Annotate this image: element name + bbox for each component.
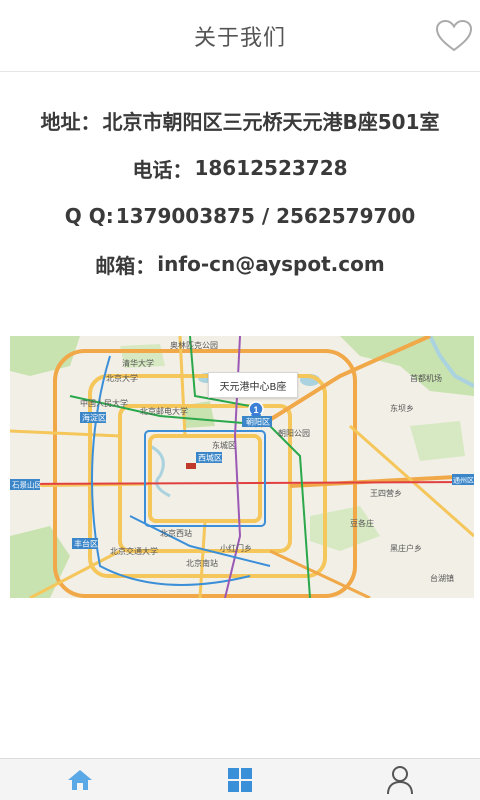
email-line: 邮箱： info-cn@ayspot.com xyxy=(0,240,480,288)
favorite-button[interactable] xyxy=(432,14,476,58)
phone-label: 电话： xyxy=(132,157,193,182)
map-district-label: 西城区 xyxy=(198,454,222,463)
svg-text:1: 1 xyxy=(254,405,259,415)
map-label: 朝阳公园 xyxy=(278,429,310,438)
map-district-label: 通州区 xyxy=(453,476,474,485)
map-label: 奥林匹克公园 xyxy=(170,340,218,350)
qq-line: Q Q: 1379003875 / 2562579700 xyxy=(0,192,480,240)
phone-value[interactable]: 18612523728 xyxy=(194,156,347,180)
home-icon xyxy=(68,769,92,790)
map-label: 北京大学 xyxy=(106,373,138,383)
map-label: 小红门乡 xyxy=(220,543,252,553)
map-district-label: 东城区 xyxy=(212,440,236,450)
map-label: 东坝乡 xyxy=(390,403,414,413)
qq-value: 1379003875 / 2562579700 xyxy=(115,204,416,228)
phone-line: 电话： 18612523728 xyxy=(0,144,480,192)
qq-label: Q Q: xyxy=(64,204,114,228)
bottom-tab-bar xyxy=(0,758,480,800)
map-label: 台湖镇 xyxy=(430,573,454,583)
map-label: 北京邮电大学 xyxy=(140,406,188,416)
email-value[interactable]: info-cn@ayspot.com xyxy=(157,252,384,276)
grid-icon xyxy=(228,767,252,792)
map-label: 黑庄户乡 xyxy=(390,543,422,553)
map-label: 北京南站 xyxy=(186,558,218,568)
tab-grid[interactable] xyxy=(160,759,320,800)
map-label: 首都机场 xyxy=(410,373,442,383)
map-marker-callout[interactable]: 天元港中心B座 xyxy=(208,372,298,398)
map-label: 北京交通大学 xyxy=(110,546,158,556)
map-label: 豆各庄 xyxy=(350,518,374,528)
heart-outline-icon xyxy=(435,19,473,52)
map-label: 王四营乡 xyxy=(370,488,402,498)
user-icon xyxy=(387,765,413,794)
page-title: 关于我们 xyxy=(193,25,286,51)
tab-profile[interactable] xyxy=(320,759,480,800)
map-district-label: 海淀区 xyxy=(82,413,106,423)
map-label: 中国人民大学 xyxy=(80,398,128,408)
map-district-label: 丰台区 xyxy=(74,539,98,549)
header-bar: 关于我们 xyxy=(0,0,480,72)
map-district-label: 朝阳区 xyxy=(246,418,270,427)
address-value: 北京市朝阳区三元桥天元港B座501室 xyxy=(102,109,440,134)
address-label: 地址： xyxy=(40,109,101,134)
map-label: 北京西站 xyxy=(160,528,192,538)
map-district-label: 石景山区 xyxy=(12,480,42,490)
address-line: 地址： 北京市朝阳区三元桥天元港B座501室 xyxy=(0,96,480,144)
map-label: 清华大学 xyxy=(122,358,154,368)
email-label: 邮箱： xyxy=(95,253,156,278)
contact-info: 地址： 北京市朝阳区三元桥天元港B座501室 电话： 18612523728 Q… xyxy=(0,96,480,288)
tab-home[interactable] xyxy=(0,759,160,800)
